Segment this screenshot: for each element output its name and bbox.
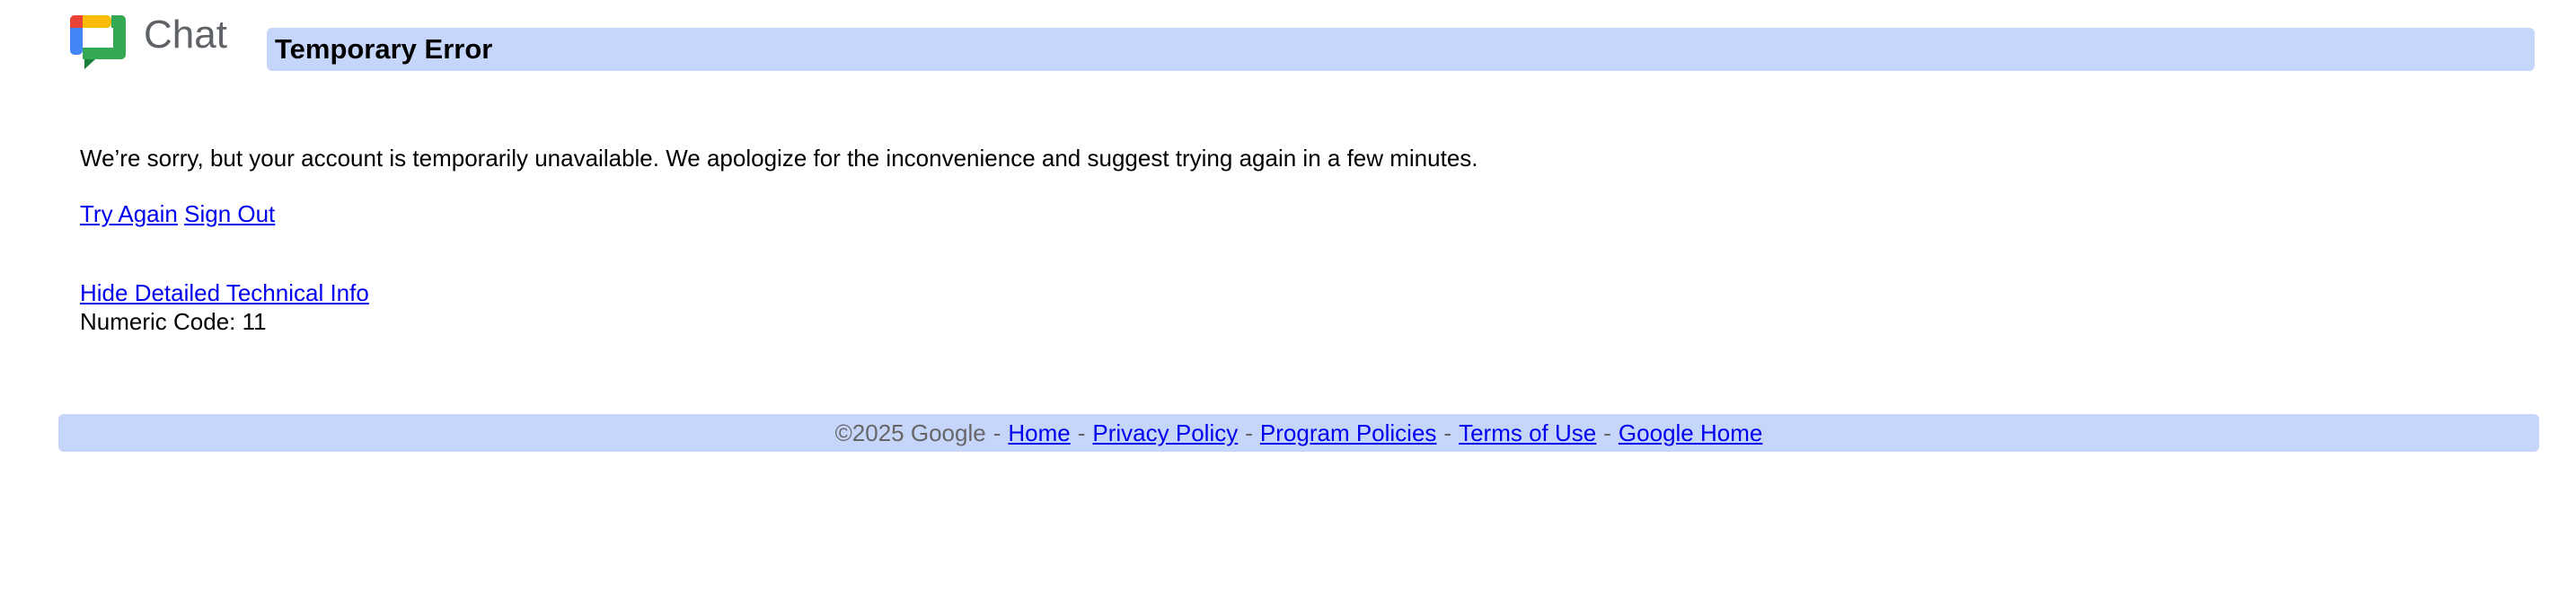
footer-separator: - — [1443, 419, 1452, 446]
footer-separator: - — [1077, 419, 1086, 446]
title-bar: Temporary Error — [267, 28, 2535, 71]
numeric-code: Numeric Code: 11 — [80, 308, 267, 335]
toggle-technical-info-link[interactable]: Hide Detailed Technical Info — [80, 279, 369, 306]
sign-out-link[interactable]: Sign Out — [184, 200, 275, 227]
footer-separator: - — [1603, 419, 1611, 446]
copyright-text: ©2025 Google — [834, 419, 986, 446]
error-message: We’re sorry, but your account is tempora… — [80, 145, 1478, 172]
footer-terms-of-use-link[interactable]: Terms of Use — [1459, 419, 1596, 447]
footer-privacy-policy-link[interactable]: Privacy Policy — [1092, 419, 1238, 447]
footer-google-home-link[interactable]: Google Home — [1619, 419, 1762, 447]
error-content: We’re sorry, but your account is tempora… — [80, 144, 2505, 336]
google-chat-logo-icon — [70, 15, 126, 73]
chat-logo[interactable]: Chat — [70, 14, 227, 74]
error-actions: Try Again Sign Out — [80, 199, 2505, 228]
footer-home-link[interactable]: Home — [1008, 419, 1070, 447]
footer-separator: - — [992, 419, 1001, 446]
page-footer: ©2025 Google - Home - Privacy Policy - P… — [58, 414, 2539, 452]
page-header: Chat Temporary Error — [0, 0, 2576, 81]
footer-program-policies-link[interactable]: Program Policies — [1260, 419, 1437, 447]
footer-separator: - — [1245, 419, 1253, 446]
page-title: Temporary Error — [275, 33, 493, 65]
logo-text: Chat — [144, 13, 227, 57]
try-again-link[interactable]: Try Again — [80, 200, 178, 227]
technical-info: Hide Detailed Technical Info Numeric Cod… — [80, 278, 2505, 336]
